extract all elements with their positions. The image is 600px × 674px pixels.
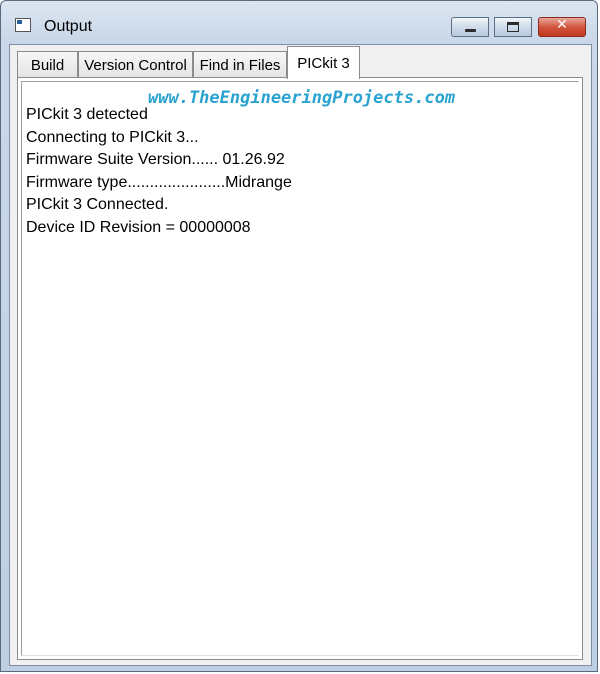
output-log: PICkit 3 detected Connecting to PICkit 3… <box>26 104 292 240</box>
output-panel: Build Version Control Find in Files PICk… <box>9 44 592 666</box>
maximize-icon <box>507 22 519 32</box>
log-line: Firmware Suite Version...... 01.26.92 <box>26 151 285 169</box>
log-line: Connecting to PICkit 3... <box>26 128 199 146</box>
tab-version-control[interactable]: Version Control <box>78 51 193 78</box>
window-title: Output <box>44 18 93 35</box>
log-line: Device ID Revision = 00000008 <box>26 218 251 236</box>
maximize-button[interactable] <box>494 17 532 37</box>
log-line: Firmware type......................Midra… <box>26 173 292 191</box>
title-bar[interactable]: Output ✕ <box>1 1 597 43</box>
tab-build[interactable]: Build <box>17 51 78 78</box>
app-window-icon[interactable] <box>15 18 31 32</box>
log-line: PICkit 3 Connected. <box>26 196 169 214</box>
tab-pickit-3[interactable]: PICkit 3 <box>287 46 360 79</box>
tab-content-pane: www.TheEngineeringProjects.com PICkit 3 … <box>17 77 583 660</box>
output-text-area[interactable]: www.TheEngineeringProjects.com PICkit 3 … <box>21 81 579 656</box>
tab-find-in-files[interactable]: Find in Files <box>193 51 287 78</box>
close-button[interactable]: ✕ <box>538 17 586 37</box>
output-window: Output ✕ Build Version Control Find in F… <box>0 0 598 672</box>
close-icon: ✕ <box>556 17 568 33</box>
minimize-icon <box>465 29 476 32</box>
log-line: PICkit 3 detected <box>26 106 148 123</box>
minimize-button[interactable] <box>451 17 489 37</box>
